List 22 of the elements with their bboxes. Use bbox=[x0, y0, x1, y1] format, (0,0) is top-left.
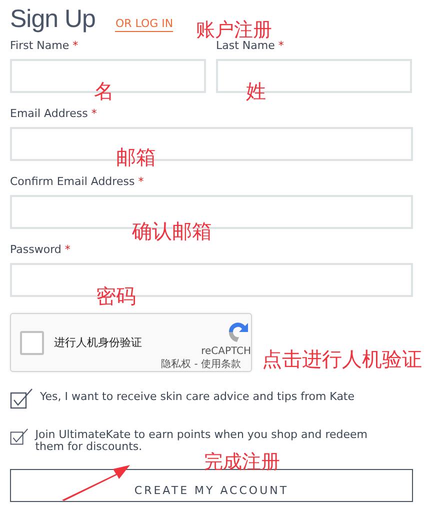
annotation-text: 账户注册 bbox=[196, 20, 272, 41]
option-label: Join UltimateKate to earn points when you shop and redeem them for discounts. bbox=[35, 427, 369, 453]
annotation-arrow bbox=[62, 465, 130, 501]
field-label: Password * bbox=[10, 243, 72, 257]
annotation-text: 点击进行人机验证 bbox=[262, 348, 423, 371]
captcha-checkbox[interactable] bbox=[20, 330, 44, 354]
captcha-brand: reCAPTCH bbox=[201, 346, 251, 357]
checked-checkbox[interactable] bbox=[10, 388, 34, 410]
field-label: Last Name * bbox=[216, 39, 285, 53]
annotation-text: 姓 bbox=[246, 80, 266, 103]
annotation-text: 邮箱 bbox=[116, 146, 156, 169]
field-label: Confirm Email Address * bbox=[10, 175, 145, 189]
field-label: Email Address * bbox=[10, 107, 98, 121]
field-label: First Name * bbox=[10, 39, 80, 53]
annotation-text: 确认邮箱 bbox=[132, 220, 212, 243]
annotation-text: 名 bbox=[94, 80, 114, 103]
captcha-label: 进行人机身份验证 bbox=[54, 335, 142, 350]
page-title: Sign Up bbox=[10, 5, 96, 34]
captcha-terms-links[interactable]: 隐私权 - 使用条款 bbox=[161, 357, 241, 371]
create-account-button[interactable]: CREATE MY ACCOUNT bbox=[10, 469, 413, 502]
annotation-text: 密码 bbox=[96, 285, 136, 308]
option-label: Yes, I want to receive skin care advice and tips from Kate bbox=[40, 389, 355, 403]
